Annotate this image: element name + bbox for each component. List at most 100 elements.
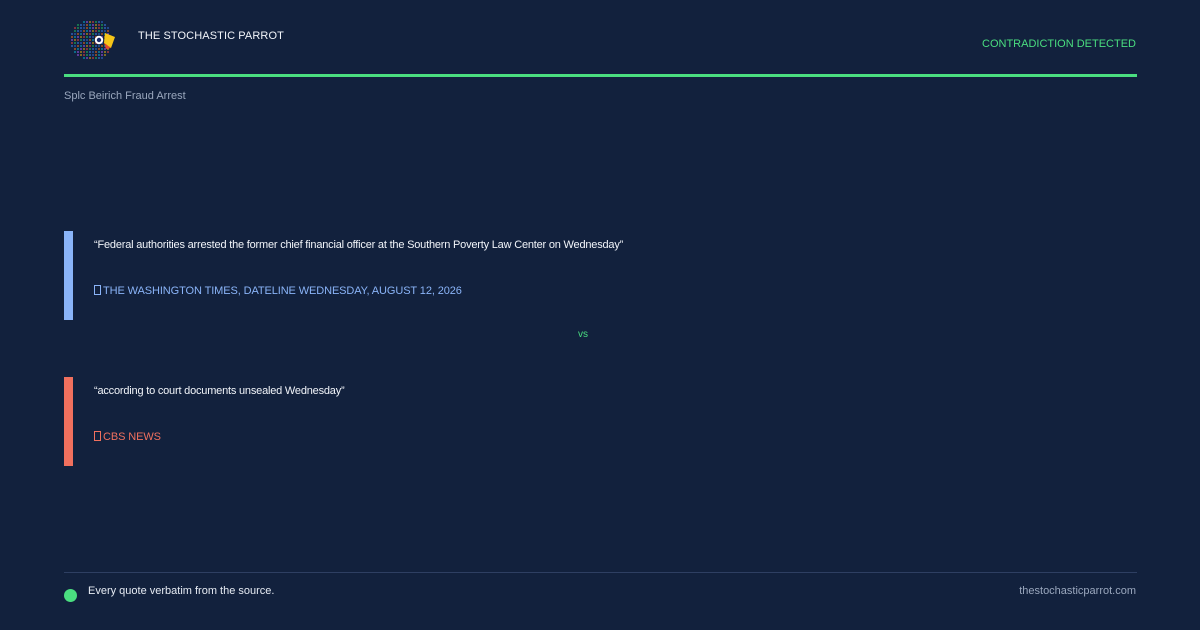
logo-dot	[77, 39, 79, 41]
logo-dot	[83, 45, 85, 47]
logo-dot	[83, 24, 85, 26]
logo-dot	[98, 27, 100, 29]
logo-dot	[101, 45, 103, 47]
quote-accent-bar	[64, 377, 73, 466]
logo-dot	[77, 45, 79, 47]
logo-dot	[74, 27, 76, 29]
logo-dot	[89, 33, 91, 35]
logo-dot	[86, 51, 88, 53]
logo-dot	[77, 27, 79, 29]
logo-dot	[74, 36, 76, 38]
logo-dot	[95, 54, 97, 56]
logo-dot	[89, 24, 91, 26]
logo-dot	[92, 42, 94, 44]
logo-dot	[74, 45, 76, 47]
quote-source-label: THE WASHINGTON TIMES, DATELINE WEDNESDAY…	[103, 285, 462, 297]
document-icon	[94, 431, 101, 441]
logo-dot	[80, 48, 82, 50]
logo-dot	[104, 30, 106, 32]
logo-dot	[92, 39, 94, 41]
quote-source-label: CBS NEWS	[103, 431, 161, 443]
logo-dot	[98, 21, 100, 23]
document-icon	[94, 285, 101, 295]
logo-dot	[86, 36, 88, 38]
logo-dot	[98, 24, 100, 26]
logo-dot	[101, 48, 103, 50]
logo-dot	[80, 33, 82, 35]
logo-dot	[95, 33, 97, 35]
logo-dot	[83, 48, 85, 50]
logo-dot	[104, 54, 106, 56]
footer-divider	[64, 572, 1137, 573]
logo-dot	[86, 45, 88, 47]
logo-dot	[80, 51, 82, 53]
logo-dot	[83, 42, 85, 44]
logo-dot	[95, 48, 97, 50]
logo-dot	[104, 51, 106, 53]
logo-dot	[101, 30, 103, 32]
logo-dot	[77, 42, 79, 44]
logo-dot	[74, 51, 76, 53]
logo-dot	[83, 30, 85, 32]
logo-dot	[74, 30, 76, 32]
logo-dot	[80, 24, 82, 26]
quote-card-second: “according to court documents unsealed W…	[64, 377, 964, 466]
share-card: THE STOCHASTIC PARROT CONTRADICTION DETE…	[0, 0, 1200, 630]
logo-dot	[107, 30, 109, 32]
logo-dot	[89, 42, 91, 44]
logo-dot	[86, 33, 88, 35]
logo-dot	[83, 57, 85, 59]
logo-dot	[98, 48, 100, 50]
logo-dot	[89, 48, 91, 50]
status-badge: CONTRADICTION DETECTED	[982, 38, 1136, 50]
logo-dot	[89, 27, 91, 29]
logo-dot	[86, 21, 88, 23]
logo-dot	[92, 30, 94, 32]
logo-dot	[80, 45, 82, 47]
logo-dot	[101, 33, 103, 35]
logo-dot	[101, 24, 103, 26]
site-link[interactable]: thestochasticparrot.com	[1019, 585, 1136, 597]
logo-dot	[89, 39, 91, 41]
logo-dot	[92, 57, 94, 59]
logo-dot	[83, 36, 85, 38]
logo-dot	[83, 27, 85, 29]
logo-dot	[95, 21, 97, 23]
logo-dot	[71, 36, 73, 38]
logo-dot	[98, 57, 100, 59]
logo-dot	[92, 36, 94, 38]
logo-dot	[77, 48, 79, 50]
logo-dot	[89, 45, 91, 47]
logo-dot	[80, 42, 82, 44]
quote-source: THE WASHINGTON TIMES, DATELINE WEDNESDAY…	[94, 285, 462, 297]
logo-dot	[86, 54, 88, 56]
logo-dot	[95, 51, 97, 53]
logo-dot	[80, 30, 82, 32]
logo-dot	[104, 27, 106, 29]
logo-dot	[101, 27, 103, 29]
quote-text: “Federal authorities arrested the former…	[94, 239, 624, 251]
logo-dot	[80, 39, 82, 41]
logo-dot	[86, 42, 88, 44]
logo-dot	[86, 39, 88, 41]
versus-label: vs	[578, 329, 588, 340]
logo-dot	[71, 42, 73, 44]
logo-dot	[83, 39, 85, 41]
logo-dot	[95, 24, 97, 26]
logo-dot	[101, 57, 103, 59]
logo-dot	[74, 39, 76, 41]
logo-dot	[80, 36, 82, 38]
logo-dot	[89, 30, 91, 32]
logo-dot	[86, 27, 88, 29]
logo-dot	[74, 33, 76, 35]
logo-dot	[98, 45, 100, 47]
logo-dot	[89, 57, 91, 59]
brand-name: THE STOCHASTIC PARROT	[138, 30, 284, 42]
logo-dot	[98, 54, 100, 56]
logo-dot	[92, 48, 94, 50]
logo-dot	[77, 51, 79, 53]
logo-dot	[92, 33, 94, 35]
quote-text: “according to court documents unsealed W…	[94, 385, 345, 397]
logo-dot	[98, 33, 100, 35]
logo-dot	[107, 27, 109, 29]
